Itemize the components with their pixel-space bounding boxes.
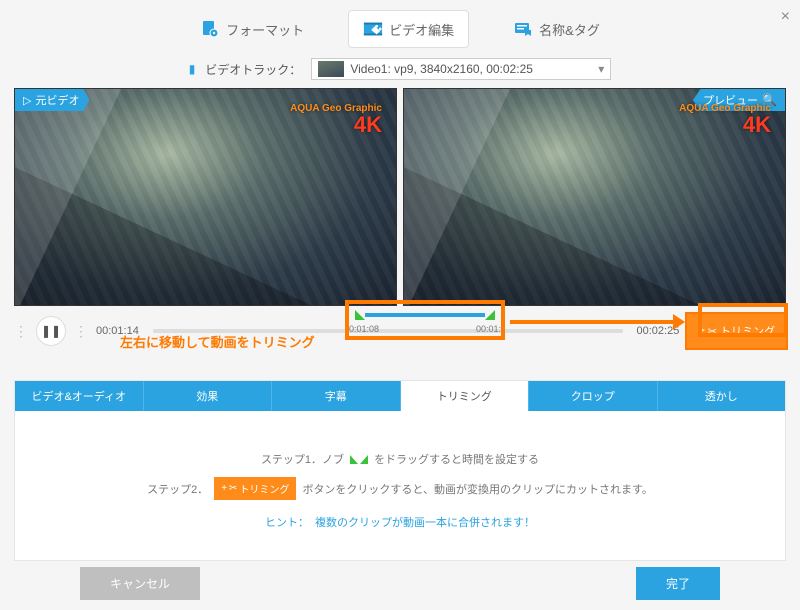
watermark: AQUA Geo Graphic 4K — [679, 103, 771, 136]
step-1: ステップ1．ノブ をドラッグすると時間を設定する — [35, 451, 765, 467]
edit-panel: ビデオ&オーディオ 効果 字幕 トリミング クロップ 透かし ステップ1．ノブ … — [14, 380, 786, 561]
trim-range-bar — [365, 313, 485, 317]
hint-pre: ヒント： — [265, 514, 309, 530]
step2-pre: ステップ2． — [147, 481, 208, 497]
trim-range[interactable]: 0:01:08 00:01: — [349, 310, 501, 328]
watermark-4k: 4K — [290, 114, 382, 136]
scissors-icon: ✂ — [229, 483, 237, 494]
original-badge: ▷ 元ビデオ — [15, 89, 89, 111]
top-tabs: フォーマット ビデオ編集 名称&タグ — [0, 0, 800, 54]
step1-pre: ステップ1．ノブ — [261, 451, 344, 467]
tab-format[interactable]: フォーマット — [186, 11, 318, 47]
track-thumbnail — [318, 61, 344, 77]
scissors-icon: ✂ — [708, 325, 717, 338]
trim-handle-right[interactable] — [485, 310, 495, 320]
trim-end-time: 00:01: — [476, 324, 501, 334]
next-dots-icon[interactable]: ⋮ — [74, 316, 88, 346]
close-icon[interactable]: × — [781, 8, 790, 26]
done-button[interactable]: 完了 — [636, 567, 720, 600]
original-video-pane: ▷ 元ビデオ AQUA Geo Graphic 4K — [14, 88, 397, 306]
pause-button[interactable]: ❚❚ — [36, 316, 66, 346]
subtabs: ビデオ&オーディオ 効果 字幕 トリミング クロップ 透かし — [15, 381, 785, 411]
hint-body: 複数のクリップが動画一本に合併されます！ — [315, 514, 535, 530]
track-label: ビデオトラック： — [205, 61, 301, 78]
hint: ヒント： 複数のクリップが動画一本に合併されます！ — [35, 514, 765, 530]
preview-area: ▷ 元ビデオ AQUA Geo Graphic 4K プレビュー 🔍 AQUA … — [0, 88, 800, 306]
play-icon: ▷ — [23, 94, 31, 107]
cancel-button[interactable]: キャンセル — [80, 567, 200, 600]
handles-icon — [350, 455, 368, 464]
annotation-arrow — [510, 318, 685, 326]
subtab-effect[interactable]: 効果 — [144, 381, 273, 411]
subtab-av[interactable]: ビデオ&オーディオ — [15, 381, 144, 411]
mini-trim-button: + ✂ トリミング — [214, 477, 296, 500]
video-edit-icon — [363, 19, 383, 39]
format-icon — [200, 19, 220, 39]
trim-start-time: 0:01:08 — [349, 324, 379, 334]
panel-body: ステップ1．ノブ をドラッグすると時間を設定する ステップ2． + ✂ トリミン… — [15, 411, 785, 560]
trim-handle-left[interactable] — [355, 310, 365, 320]
track-select[interactable]: Video1: vp9, 3840x2160, 00:02:25 ▾ — [311, 58, 611, 80]
subtab-watermark[interactable]: 透かし — [658, 381, 786, 411]
step-2: ステップ2． + ✂ トリミング ボタンをクリックすると、動画が変換用のクリップ… — [35, 477, 765, 500]
trim-button-label: トリミング — [720, 323, 775, 339]
subtab-trim[interactable]: トリミング — [401, 381, 530, 411]
tab-video-edit[interactable]: ビデオ編集 — [348, 10, 469, 48]
prev-dots-icon[interactable]: ⋮ — [14, 316, 28, 346]
watermark: AQUA Geo Graphic 4K — [290, 103, 382, 136]
tab-video-edit-label: ビデオ編集 — [389, 20, 454, 39]
tag-icon — [513, 19, 533, 39]
chevron-down-icon: ▾ — [598, 62, 604, 76]
step2-post: ボタンをクリックすると、動画が変換用のクリップにカットされます。 — [302, 481, 652, 497]
subtab-subtitle[interactable]: 字幕 — [272, 381, 401, 411]
annotation-text: 左右に移動して動画をトリミング — [120, 332, 315, 351]
original-badge-text: 元ビデオ — [35, 92, 79, 108]
subtab-crop[interactable]: クロップ — [529, 381, 658, 411]
footer: キャンセル 完了 — [0, 567, 800, 600]
track-selected-text: Video1: vp9, 3840x2160, 00:02:25 — [350, 62, 533, 76]
plus-icon: + — [698, 325, 704, 337]
video-track-bar: ▮ ビデオトラック： Video1: vp9, 3840x2160, 00:02… — [0, 54, 800, 88]
preview-video-pane: プレビュー 🔍 AQUA Geo Graphic 4K — [403, 88, 786, 306]
plus-icon: + — [221, 483, 227, 494]
tab-name-tags-label: 名称&タグ — [539, 20, 600, 39]
step1-post: をドラッグすると時間を設定する — [374, 451, 539, 467]
tab-format-label: フォーマット — [226, 20, 304, 39]
tab-name-tags[interactable]: 名称&タグ — [499, 11, 614, 47]
mini-trim-label: トリミング — [239, 481, 289, 496]
trim-button[interactable]: + ✂ トリミング — [687, 314, 786, 348]
watermark-4k: 4K — [679, 114, 771, 136]
